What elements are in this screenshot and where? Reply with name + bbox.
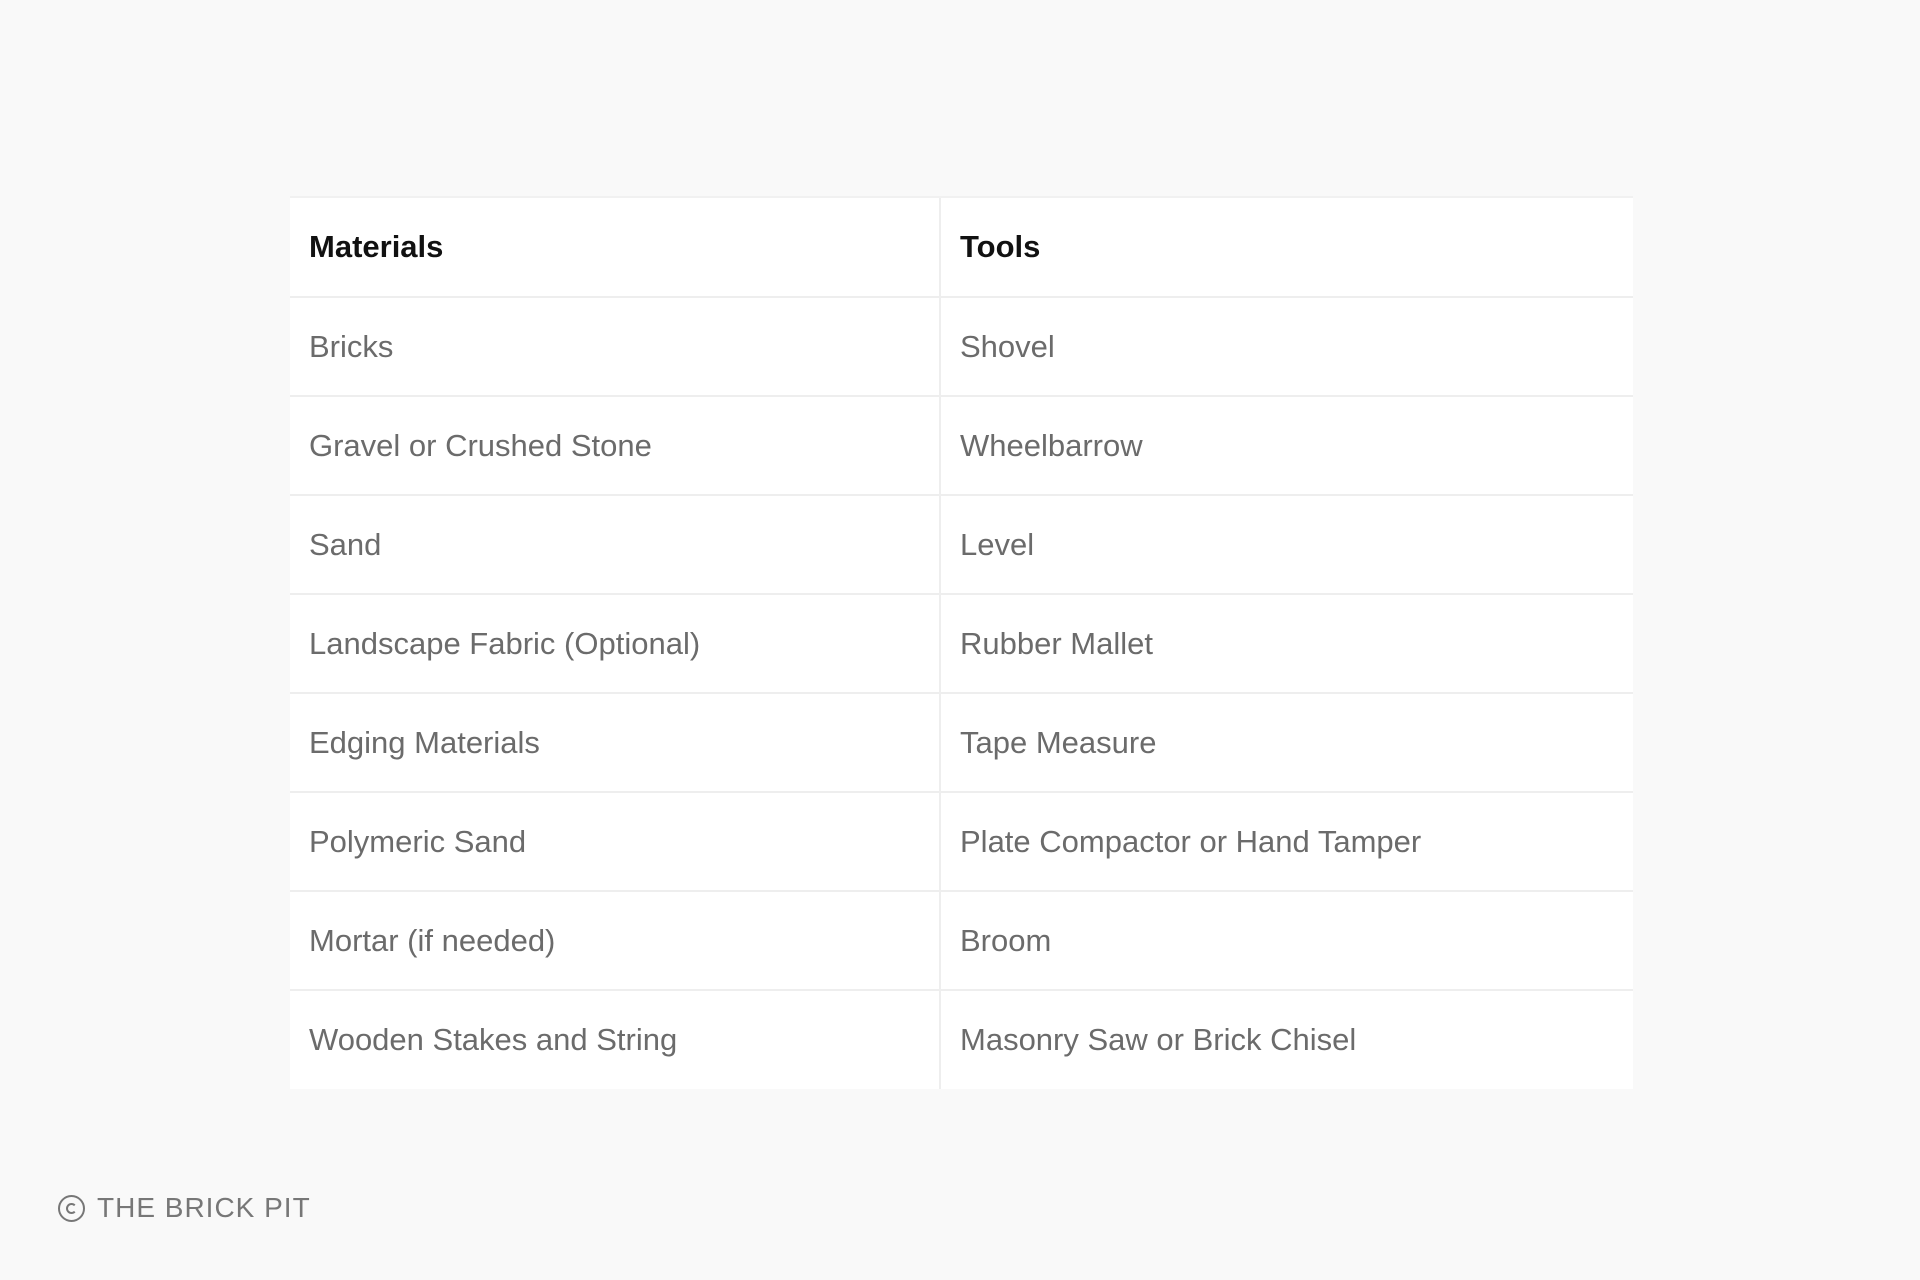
material-cell: Mortar (if needed) xyxy=(290,891,941,991)
header-materials: Materials xyxy=(290,198,941,298)
brand-watermark: THE BRICK PIT xyxy=(58,1192,311,1224)
material-cell: Bricks xyxy=(290,297,941,397)
table-row: Sand Level xyxy=(290,495,1633,595)
watermark-text: THE BRICK PIT xyxy=(97,1192,311,1223)
table-row: Wooden Stakes and String Masonry Saw or … xyxy=(290,990,1633,1089)
tool-cell: Plate Compactor or Hand Tamper xyxy=(940,792,1633,892)
material-cell: Landscape Fabric (Optional) xyxy=(290,594,941,694)
tool-cell: Level xyxy=(940,495,1633,595)
materials-tools-table: Materials Tools Bricks Shovel Gravel or … xyxy=(290,198,1633,1089)
header-tools: Tools xyxy=(940,198,1633,298)
tool-cell: Tape Measure xyxy=(940,693,1633,793)
tool-cell: Broom xyxy=(940,891,1633,991)
tool-cell: Wheelbarrow xyxy=(940,396,1633,496)
table-row: Bricks Shovel xyxy=(290,297,1633,397)
material-cell: Polymeric Sand xyxy=(290,792,941,892)
table-row: Polymeric Sand Plate Compactor or Hand T… xyxy=(290,792,1633,892)
table-header-row: Materials Tools xyxy=(290,198,1633,298)
material-cell: Sand xyxy=(290,495,941,595)
tool-cell: Shovel xyxy=(940,297,1633,397)
table-row: Landscape Fabric (Optional) Rubber Malle… xyxy=(290,594,1633,694)
table-row: Gravel or Crushed Stone Wheelbarrow xyxy=(290,396,1633,496)
materials-tools-table-container: Materials Tools Bricks Shovel Gravel or … xyxy=(290,196,1633,1089)
material-cell: Edging Materials xyxy=(290,693,941,793)
material-cell: Gravel or Crushed Stone xyxy=(290,396,941,496)
copyright-icon xyxy=(58,1194,85,1222)
tool-cell: Masonry Saw or Brick Chisel xyxy=(960,1022,1357,1057)
table-row: Mortar (if needed) Broom xyxy=(290,891,1633,991)
table-row: Edging Materials Tape Measure xyxy=(290,693,1633,793)
tool-cell: Rubber Mallet xyxy=(940,594,1633,694)
material-cell: Wooden Stakes and String xyxy=(290,990,941,1089)
